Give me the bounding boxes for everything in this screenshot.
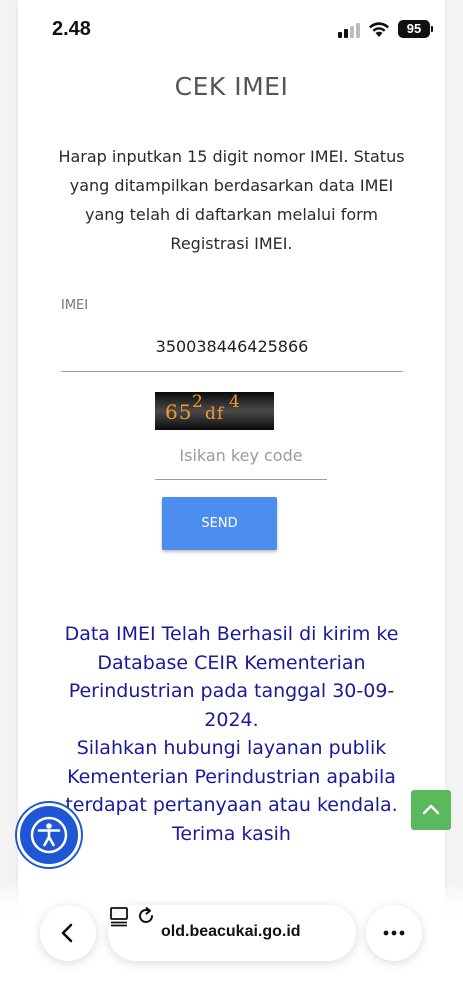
captcha-text-sup2: 4 [229, 392, 240, 412]
result-message: Data IMEI Telah Berhasil di kirim ke Dat… [46, 620, 417, 848]
more-icon [383, 930, 405, 936]
page-title: CEK IMEI [174, 72, 289, 101]
chevron-left-icon [61, 923, 73, 943]
page-description: Harap inputkan 15 digit nomor IMEI. Stat… [58, 147, 405, 253]
status-bar: 2.48 95 [0, 0, 463, 58]
imei-input[interactable] [61, 322, 403, 372]
accessibility-button[interactable] [17, 803, 81, 867]
captcha-text-main: 65 [165, 400, 193, 424]
page-icon [110, 907, 128, 927]
signal-icon [338, 22, 362, 38]
more-button[interactable] [366, 905, 422, 961]
battery-icon: 95 [398, 20, 433, 38]
imei-label: IMEI [61, 298, 89, 313]
key-code-input[interactable] [155, 432, 327, 480]
wifi-icon [368, 20, 390, 38]
result-line-3: Terima kasih [172, 822, 291, 845]
chevron-up-icon [422, 804, 440, 815]
result-line-2: Silahkan hubungi layanan publik Kementer… [65, 737, 398, 816]
scroll-top-button[interactable] [411, 790, 451, 830]
captcha-image: 65 2 df 4 [155, 392, 274, 430]
back-button[interactable] [40, 905, 96, 961]
browser-bottom-bar: old.beacukai.go.id [0, 880, 463, 1000]
result-line-1: Data IMEI Telah Berhasil di kirim ke Dat… [64, 623, 399, 731]
captcha-text-mid: df [205, 404, 225, 424]
status-time: 2.48 [52, 18, 91, 40]
captcha-text-sup1: 2 [192, 392, 203, 412]
reload-icon[interactable] [135, 905, 157, 927]
accessibility-icon [30, 816, 68, 854]
url-text: old.beacukai.go.id [161, 923, 301, 940]
send-button[interactable]: SEND [162, 497, 277, 550]
address-bar[interactable]: old.beacukai.go.id [108, 905, 356, 961]
